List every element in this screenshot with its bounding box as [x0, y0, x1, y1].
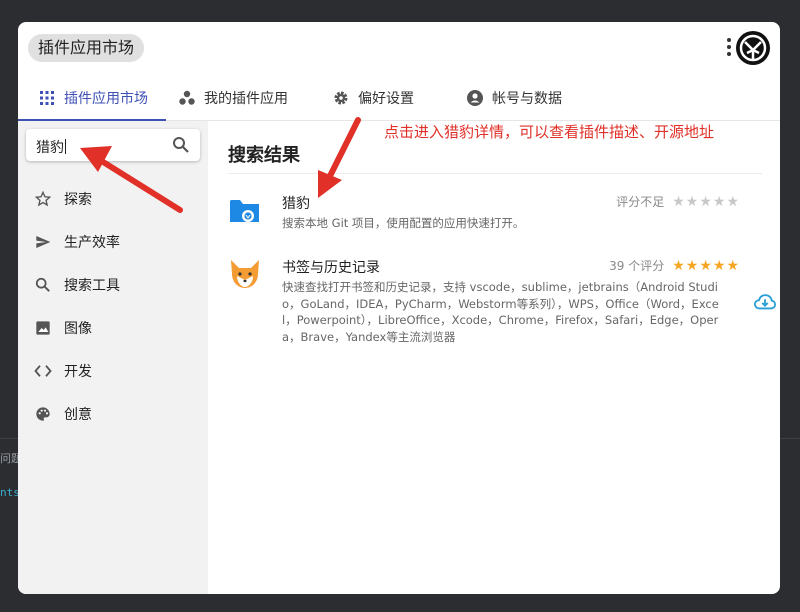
search-input[interactable]: 猎豹 — [36, 137, 66, 157]
fox-icon — [228, 257, 262, 291]
category-sidebar: 猎豹 探索 生产效率 搜索工具 图像 开发 创意 — [18, 121, 208, 594]
sidebar-item-label: 搜索工具 — [64, 278, 120, 294]
tab-bar: 插件应用市场 我的插件应用 偏好设置 帐号与数据 — [18, 76, 780, 121]
sidebar-item-search-tools[interactable]: 搜索工具 — [34, 273, 120, 297]
gear-icon — [332, 89, 350, 107]
plugin-name: 猎豹 — [282, 196, 310, 212]
search-icon — [34, 276, 52, 294]
sidebar-item-label: 创意 — [64, 407, 92, 423]
plugin-result-bookmarks[interactable]: 书签与历史记录 快速查找打开书签和历史记录，支持 vscode，sublime，… — [228, 257, 777, 377]
sidebar-item-images[interactable]: 图像 — [34, 316, 92, 340]
search-results-heading: 搜索结果 — [228, 145, 300, 166]
section-divider — [228, 173, 762, 174]
plugin-name: 书签与历史记录 — [282, 260, 380, 276]
rating-text: 39 个评分 — [609, 259, 665, 273]
app-logo-icon[interactable] — [736, 31, 770, 65]
grid-icon — [38, 89, 56, 107]
plugin-description: 搜索本地 Git 项目，使用配置的应用快速打开。 — [282, 216, 525, 230]
sidebar-item-explore[interactable]: 探索 — [34, 187, 92, 211]
background-code-text: nts — [0, 486, 20, 499]
bubbles-icon — [178, 89, 196, 107]
rating-stars: ★★★★★ — [672, 193, 740, 210]
sidebar-item-label: 生产效率 — [64, 235, 120, 251]
image-icon — [34, 319, 52, 337]
tab-preferences[interactable]: 偏好设置 — [332, 76, 414, 120]
cloud-download-icon[interactable] — [753, 293, 777, 311]
account-icon — [466, 89, 484, 107]
tab-account-data[interactable]: 帐号与数据 — [466, 76, 562, 120]
tab-plugin-market[interactable]: 插件应用市场 — [18, 76, 166, 121]
send-icon — [34, 233, 52, 251]
sidebar-item-creative[interactable]: 创意 — [34, 402, 92, 426]
plugin-description: 快速查找打开书签和历史记录，支持 vscode，sublime，jetbrain… — [282, 280, 719, 344]
plugin-rating: 39 个评分 ★★★★★ — [609, 257, 740, 274]
annotation-text: 点击进入猎豹详情，可以查看插件描述、开源地址 — [384, 123, 715, 141]
plugin-market-window: 插件应用市场 插件应用市场 我的插件应用 偏好设置 帐号与数据 猎豹 探索 生产… — [18, 22, 780, 594]
window-title: 插件应用市场 — [28, 34, 145, 62]
tab-my-plugins[interactable]: 我的插件应用 — [178, 76, 288, 120]
more-menu-icon[interactable] — [726, 38, 732, 58]
main-content: 搜索结果 猎豹 搜索本地 Git 项目，使用配置的应用快速打开。 评分不足 ★★… — [208, 121, 780, 594]
tab-label: 偏好设置 — [358, 91, 414, 107]
folder-icon — [228, 193, 262, 227]
palette-icon — [34, 405, 52, 423]
search-icon[interactable] — [172, 136, 190, 154]
rating-text: 评分不足 — [616, 195, 665, 209]
title-bar: 插件应用市场 — [18, 22, 780, 72]
tab-label: 帐号与数据 — [492, 91, 562, 107]
sidebar-item-label: 探索 — [64, 192, 92, 208]
code-icon — [34, 362, 52, 380]
tab-label: 我的插件应用 — [204, 91, 288, 107]
sidebar-item-label: 图像 — [64, 321, 92, 337]
search-box[interactable]: 猎豹 — [26, 129, 200, 161]
sidebar-item-develop[interactable]: 开发 — [34, 359, 92, 383]
star-outline-icon — [34, 190, 52, 208]
sidebar-item-label: 开发 — [64, 364, 92, 380]
sidebar-item-productivity[interactable]: 生产效率 — [34, 230, 120, 254]
tab-label: 插件应用市场 — [64, 91, 148, 107]
plugin-result-liebao[interactable]: 猎豹 搜索本地 Git 项目，使用配置的应用快速打开。 评分不足 ★★★★★ — [228, 193, 758, 237]
plugin-rating: 评分不足 ★★★★★ — [616, 193, 740, 210]
rating-stars: ★★★★★ — [672, 257, 740, 274]
